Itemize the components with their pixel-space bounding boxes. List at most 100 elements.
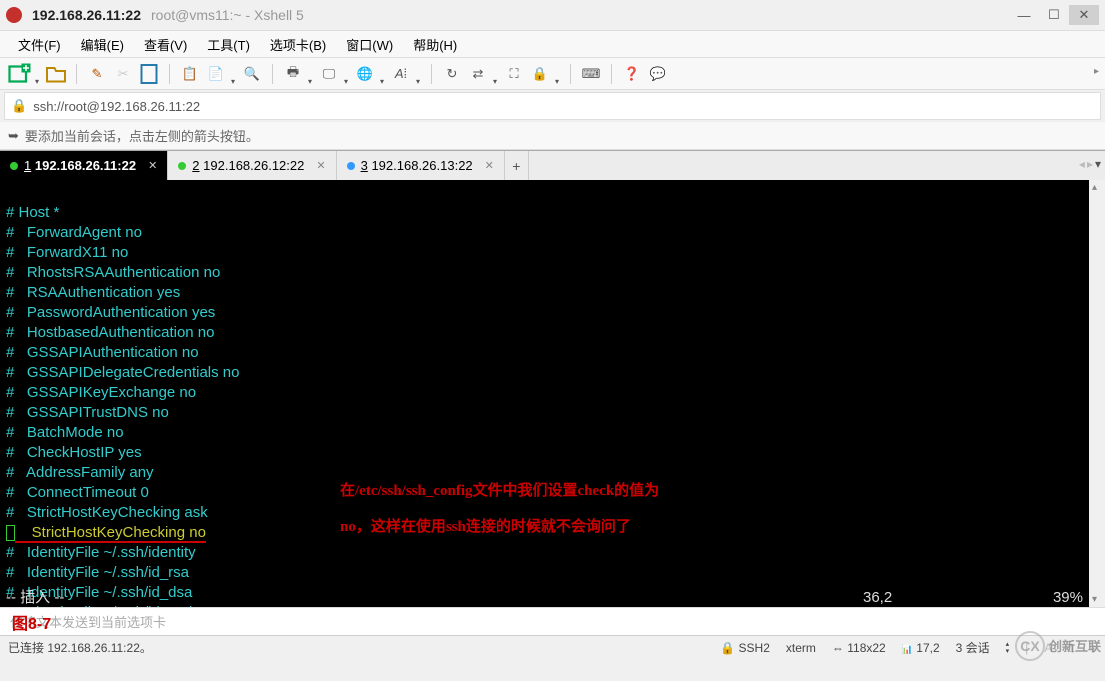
watermark-brand: 创新互联 [1049, 641, 1101, 652]
help-icon[interactable]: ❓ [620, 62, 644, 86]
config-line: # PasswordAuthentication yes [6, 304, 215, 321]
title-bar: 192.168.26.11:22 root@vms11:~ - Xshell 5… [0, 0, 1105, 30]
disconnect-icon[interactable]: ✂ [111, 62, 135, 86]
config-line: # GSSAPIDelegateCredentials no [6, 364, 239, 381]
config-line: # CheckHostIP yes [6, 444, 142, 461]
config-line: # IdentityFile ~/.ssh/id_rsa [6, 564, 189, 581]
vim-percent: 39% [1023, 588, 1083, 607]
refresh-icon[interactable]: ↻ [440, 62, 464, 86]
config-line: # GSSAPITrustDNS no [6, 404, 169, 421]
address-url: ssh://root@192.168.26.11:22 [33, 99, 200, 114]
add-session-arrow-icon[interactable]: ➥ [8, 128, 19, 144]
tab-bar: 1 192.168.26.11:22 ✕ 2 192.168.26.12:22 … [0, 150, 1105, 180]
window-title-main: 192.168.26.11:22 [32, 7, 141, 23]
compose-bar[interactable]: 仅将文本发送到当前选项卡 图8-7 [0, 607, 1105, 635]
vim-position: 36,2 [863, 588, 1023, 607]
config-line: # RhostsRSAAuthentication no [6, 264, 220, 281]
config-line: # ForwardX11 no [6, 244, 128, 261]
paste-icon[interactable]: 📄 [204, 62, 228, 86]
menu-bar: 文件(F) 编辑(E) 查看(V) 工具(T) 选项卡(B) 窗口(W) 帮助(… [0, 30, 1105, 58]
transfer-icon[interactable]: ⇄ [466, 62, 490, 86]
new-tab-button[interactable]: + [505, 151, 529, 180]
status-dot-icon [10, 162, 18, 170]
info-message: 要添加当前会话，点击左侧的箭头按钮。 [25, 126, 259, 145]
menu-help[interactable]: 帮助(H) [403, 31, 467, 58]
session-tab-3[interactable]: 3 192.168.26.13:22 ✕ [337, 151, 505, 180]
config-line: # Host * [6, 204, 59, 221]
config-line: # HostbasedAuthentication no [6, 324, 214, 341]
vim-mode-line: -- 插入 -- 36,2 39% [0, 588, 1089, 607]
config-line: # ConnectTimeout 0 [6, 484, 149, 501]
status-dot-icon [347, 162, 355, 170]
session-tab-2[interactable]: 2 192.168.26.12:22 ✕ [168, 151, 336, 180]
open-icon[interactable] [44, 62, 68, 86]
window-title-sub: root@vms11:~ - Xshell 5 [151, 7, 304, 23]
config-line: # ForwardAgent no [6, 224, 142, 241]
print-icon[interactable]: 🖶 [281, 62, 305, 86]
tab-hotkey: 2 [192, 158, 199, 173]
tab-hotkey: 3 [361, 158, 368, 173]
status-term-type: xterm [786, 641, 816, 655]
tab-close-icon[interactable]: ✕ [148, 159, 157, 172]
tab-close-icon[interactable]: ✕ [485, 159, 494, 172]
config-line: # IdentityFile ~/.ssh/identity [6, 544, 196, 561]
close-button[interactable]: ✕ [1069, 5, 1099, 25]
menu-view[interactable]: 查看(V) [134, 31, 197, 58]
find-icon[interactable]: 🔍 [240, 62, 264, 86]
session-tab-1[interactable]: 1 192.168.26.11:22 ✕ [0, 151, 168, 180]
config-line: # BatchMode no [6, 424, 124, 441]
config-line: # RSAAuthentication yes [6, 284, 180, 301]
address-bar[interactable]: 🔒 ssh://root@192.168.26.11:22 [4, 92, 1101, 120]
config-line: # AddressFamily any [6, 464, 154, 481]
status-dot-icon [178, 162, 186, 170]
status-term-size: 118x22 [847, 641, 885, 655]
annotation-text-2: no，这样在使用ssh连接的时候就不会询问了 [340, 518, 631, 537]
edited-config-line: StrictHostKeyChecking no [15, 524, 206, 543]
terminal-output[interactable]: # Host * # ForwardAgent no # ForwardX11 … [0, 180, 1089, 607]
annotation-text-1: 在/etc/ssh/ssh_config文件中我们设置check的值为 [340, 482, 659, 501]
tab-close-icon[interactable]: ✕ [316, 159, 325, 172]
copy-icon[interactable]: 📋 [178, 62, 202, 86]
status-protocol: SSH2 [739, 641, 770, 655]
status-sessions: 3 会话 [956, 639, 990, 656]
new-session-icon[interactable] [8, 62, 32, 86]
screen-icon[interactable]: 🖵 [317, 62, 341, 86]
minimize-button[interactable]: — [1009, 5, 1039, 25]
reconnect-icon[interactable]: ✎ [85, 62, 109, 86]
chat-icon[interactable]: 💬 [646, 62, 670, 86]
terminal-scrollbar[interactable] [1089, 180, 1105, 607]
vim-mode: -- 插入 -- [6, 588, 863, 607]
config-line: # StrictHostKeyChecking ask [6, 504, 208, 521]
fullscreen-icon[interactable]: ⛶ [502, 62, 526, 86]
lock-icon[interactable]: 🔒 [528, 62, 552, 86]
session-stepper-icon[interactable]: ▴▾ [1006, 641, 1010, 655]
info-bar: ➥ 要添加当前会话，点击左侧的箭头按钮。 [0, 122, 1105, 150]
figure-caption: 图8-7 [12, 610, 51, 634]
menu-tools[interactable]: 工具(T) [197, 31, 260, 58]
status-cursor: 17,2 [916, 641, 939, 655]
terminal-cursor [6, 525, 15, 541]
tab-label: 192.168.26.13:22 [371, 158, 472, 173]
font-icon[interactable]: A⁞ [389, 62, 413, 86]
tab-label: 192.168.26.12:22 [203, 158, 304, 173]
maximize-button[interactable]: ☐ [1039, 5, 1069, 25]
menu-edit[interactable]: 编辑(E) [71, 31, 134, 58]
properties-icon[interactable] [137, 62, 161, 86]
globe-icon[interactable]: 🌐 [353, 62, 377, 86]
config-line: # GSSAPIKeyExchange no [6, 384, 196, 401]
lock-small-icon: 🔒 [11, 98, 27, 114]
status-connected: 已连接 192.168.26.11:22。 [8, 639, 704, 656]
toolbar-overflow-icon[interactable]: ▸ [1094, 66, 1099, 77]
tab-label: 192.168.26.11:22 [35, 158, 136, 173]
toolbar: ✎ ✂ 📋 📄 🔍 🖶 🖵 🌐 A⁞ ↻ ⇄ ⛶ 🔒 ⌨ ❓ 💬 ▸ [0, 58, 1105, 90]
app-icon [6, 7, 22, 23]
config-line: # GSSAPIAuthentication no [6, 344, 199, 361]
tab-nav-arrows[interactable]: ◂▸▾ [1079, 157, 1101, 171]
menu-file[interactable]: 文件(F) [8, 31, 71, 58]
menu-tabs[interactable]: 选项卡(B) [260, 31, 336, 58]
watermark: CX 创新互联 [1015, 631, 1101, 661]
keyboard-icon[interactable]: ⌨ [579, 62, 603, 86]
tab-hotkey: 1 [24, 158, 31, 173]
status-bar: 已连接 192.168.26.11:22。 🔒 SSH2 xterm ⇔ 118… [0, 635, 1105, 659]
menu-window[interactable]: 窗口(W) [336, 31, 403, 58]
